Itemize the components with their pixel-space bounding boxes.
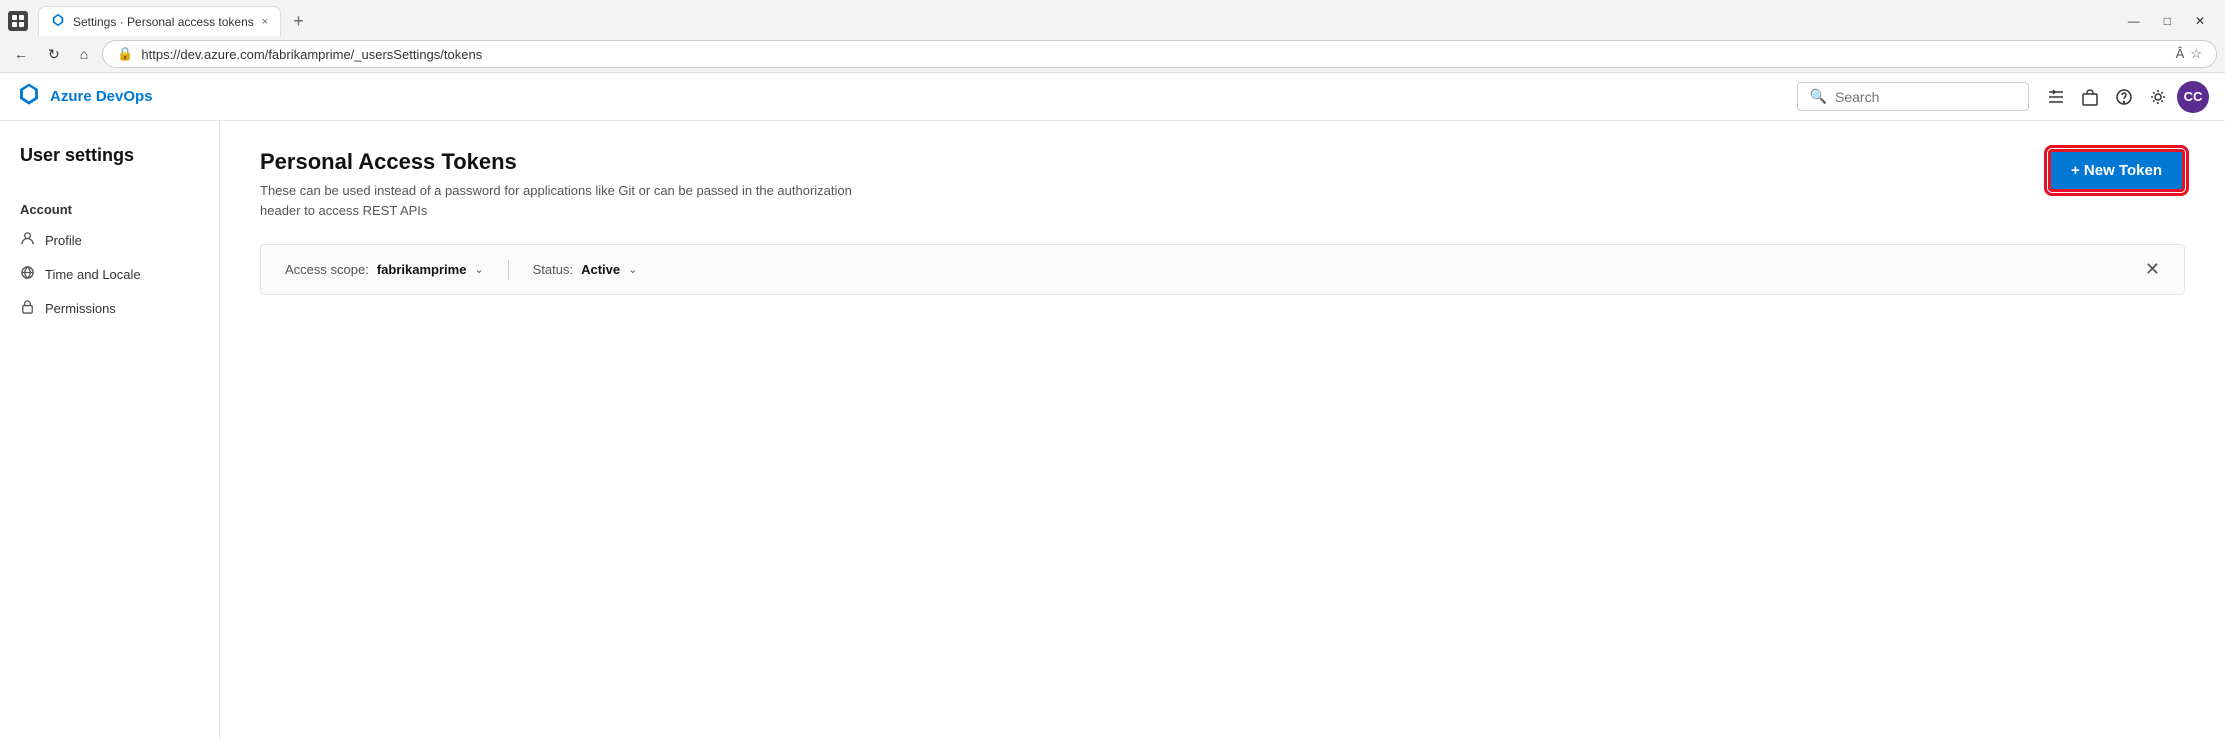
permissions-icon bbox=[20, 299, 35, 317]
filter-divider bbox=[508, 260, 509, 280]
refresh-button[interactable]: ↻ bbox=[42, 42, 66, 67]
sidebar-item-permissions-label: Permissions bbox=[45, 301, 116, 316]
app-logo[interactable]: Azure DevOps bbox=[16, 81, 153, 112]
sidebar-title: User settings bbox=[0, 145, 219, 190]
address-input[interactable]: 🔒 https://dev.azure.com/fabrikamprime/_u… bbox=[102, 40, 2217, 68]
home-button[interactable]: ⌂ bbox=[74, 42, 94, 66]
back-button[interactable]: ← bbox=[8, 42, 34, 66]
main-content: Personal Access Tokens These can be used… bbox=[220, 121, 2225, 740]
sidebar: User settings Account Profile Time and L… bbox=[0, 121, 220, 740]
search-box[interactable]: 🔍 bbox=[1797, 82, 2029, 111]
maximize-button[interactable]: □ bbox=[2152, 10, 2183, 32]
logo-icon bbox=[16, 81, 42, 112]
browser-chrome: Settings · Personal access tokens × + — … bbox=[0, 0, 2225, 73]
sidebar-item-time-locale[interactable]: Time and Locale bbox=[0, 257, 219, 291]
filter-bar: Access scope: fabrikamprime ⌄ Status: Ac… bbox=[260, 244, 2185, 295]
minimize-button[interactable]: — bbox=[2116, 10, 2152, 32]
status-filter[interactable]: Status: Active ⌄ bbox=[533, 262, 638, 277]
new-token-button[interactable]: + New Token bbox=[2048, 149, 2185, 192]
access-scope-chevron-icon: ⌄ bbox=[474, 263, 483, 276]
lock-icon: 🔒 bbox=[117, 46, 133, 62]
new-tab-button[interactable]: + bbox=[285, 12, 312, 30]
close-button[interactable]: ✕ bbox=[2183, 10, 2217, 32]
sidebar-item-permissions[interactable]: Permissions bbox=[0, 291, 219, 325]
tab-group-icon bbox=[8, 11, 28, 31]
shopping-bag-icon-btn[interactable] bbox=[2075, 82, 2105, 112]
page-title: Personal Access Tokens bbox=[260, 149, 860, 175]
status-label: Status: bbox=[533, 262, 573, 277]
page-subtitle: These can be used instead of a password … bbox=[260, 181, 860, 220]
access-scope-label: Access scope: bbox=[285, 262, 369, 277]
search-icon: 🔍 bbox=[1810, 88, 1827, 105]
app-header: Azure DevOps 🔍 bbox=[0, 73, 2225, 121]
sidebar-item-time-locale-label: Time and Locale bbox=[45, 267, 141, 282]
logo-text: Azure DevOps bbox=[50, 88, 153, 105]
page-layout: User settings Account Profile Time and L… bbox=[0, 121, 2225, 740]
profile-icon bbox=[20, 231, 35, 249]
tab-bar: Settings · Personal access tokens × + — … bbox=[0, 0, 2225, 36]
tasks-icon-btn[interactable] bbox=[2041, 82, 2071, 112]
favorites-icon: ☆ bbox=[2190, 46, 2202, 62]
active-tab[interactable]: Settings · Personal access tokens × bbox=[38, 6, 281, 36]
access-scope-filter[interactable]: Access scope: fabrikamprime ⌄ bbox=[285, 262, 484, 277]
reader-mode-icon: Â bbox=[2176, 46, 2185, 62]
tab-title: Settings · Personal access tokens bbox=[73, 15, 254, 29]
help-icon-btn[interactable] bbox=[2109, 82, 2139, 112]
page-header: Personal Access Tokens These can be used… bbox=[260, 149, 2185, 220]
sidebar-item-profile-label: Profile bbox=[45, 233, 82, 248]
tab-favicon bbox=[51, 13, 65, 30]
access-scope-value: fabrikamprime bbox=[377, 262, 467, 277]
page-header-text: Personal Access Tokens These can be used… bbox=[260, 149, 860, 220]
globe-icon bbox=[20, 265, 35, 283]
url-text: https://dev.azure.com/fabrikamprime/_use… bbox=[141, 47, 482, 62]
sidebar-section-account: Account bbox=[0, 194, 219, 223]
filter-close-button[interactable]: ✕ bbox=[2145, 259, 2160, 280]
avatar[interactable]: CC bbox=[2177, 81, 2209, 113]
window-controls: — □ ✕ bbox=[2116, 10, 2217, 32]
sidebar-item-profile[interactable]: Profile bbox=[0, 223, 219, 257]
status-chevron-icon: ⌄ bbox=[628, 263, 637, 276]
address-bar-row: ← ↻ ⌂ 🔒 https://dev.azure.com/fabrikampr… bbox=[0, 36, 2225, 72]
tab-close-btn[interactable]: × bbox=[262, 16, 268, 28]
header-icons: CC bbox=[2041, 81, 2209, 113]
address-icons: Â ☆ bbox=[2176, 46, 2202, 62]
search-input[interactable] bbox=[1835, 89, 2016, 105]
settings-icon-btn[interactable] bbox=[2143, 82, 2173, 112]
status-value: Active bbox=[581, 262, 620, 277]
